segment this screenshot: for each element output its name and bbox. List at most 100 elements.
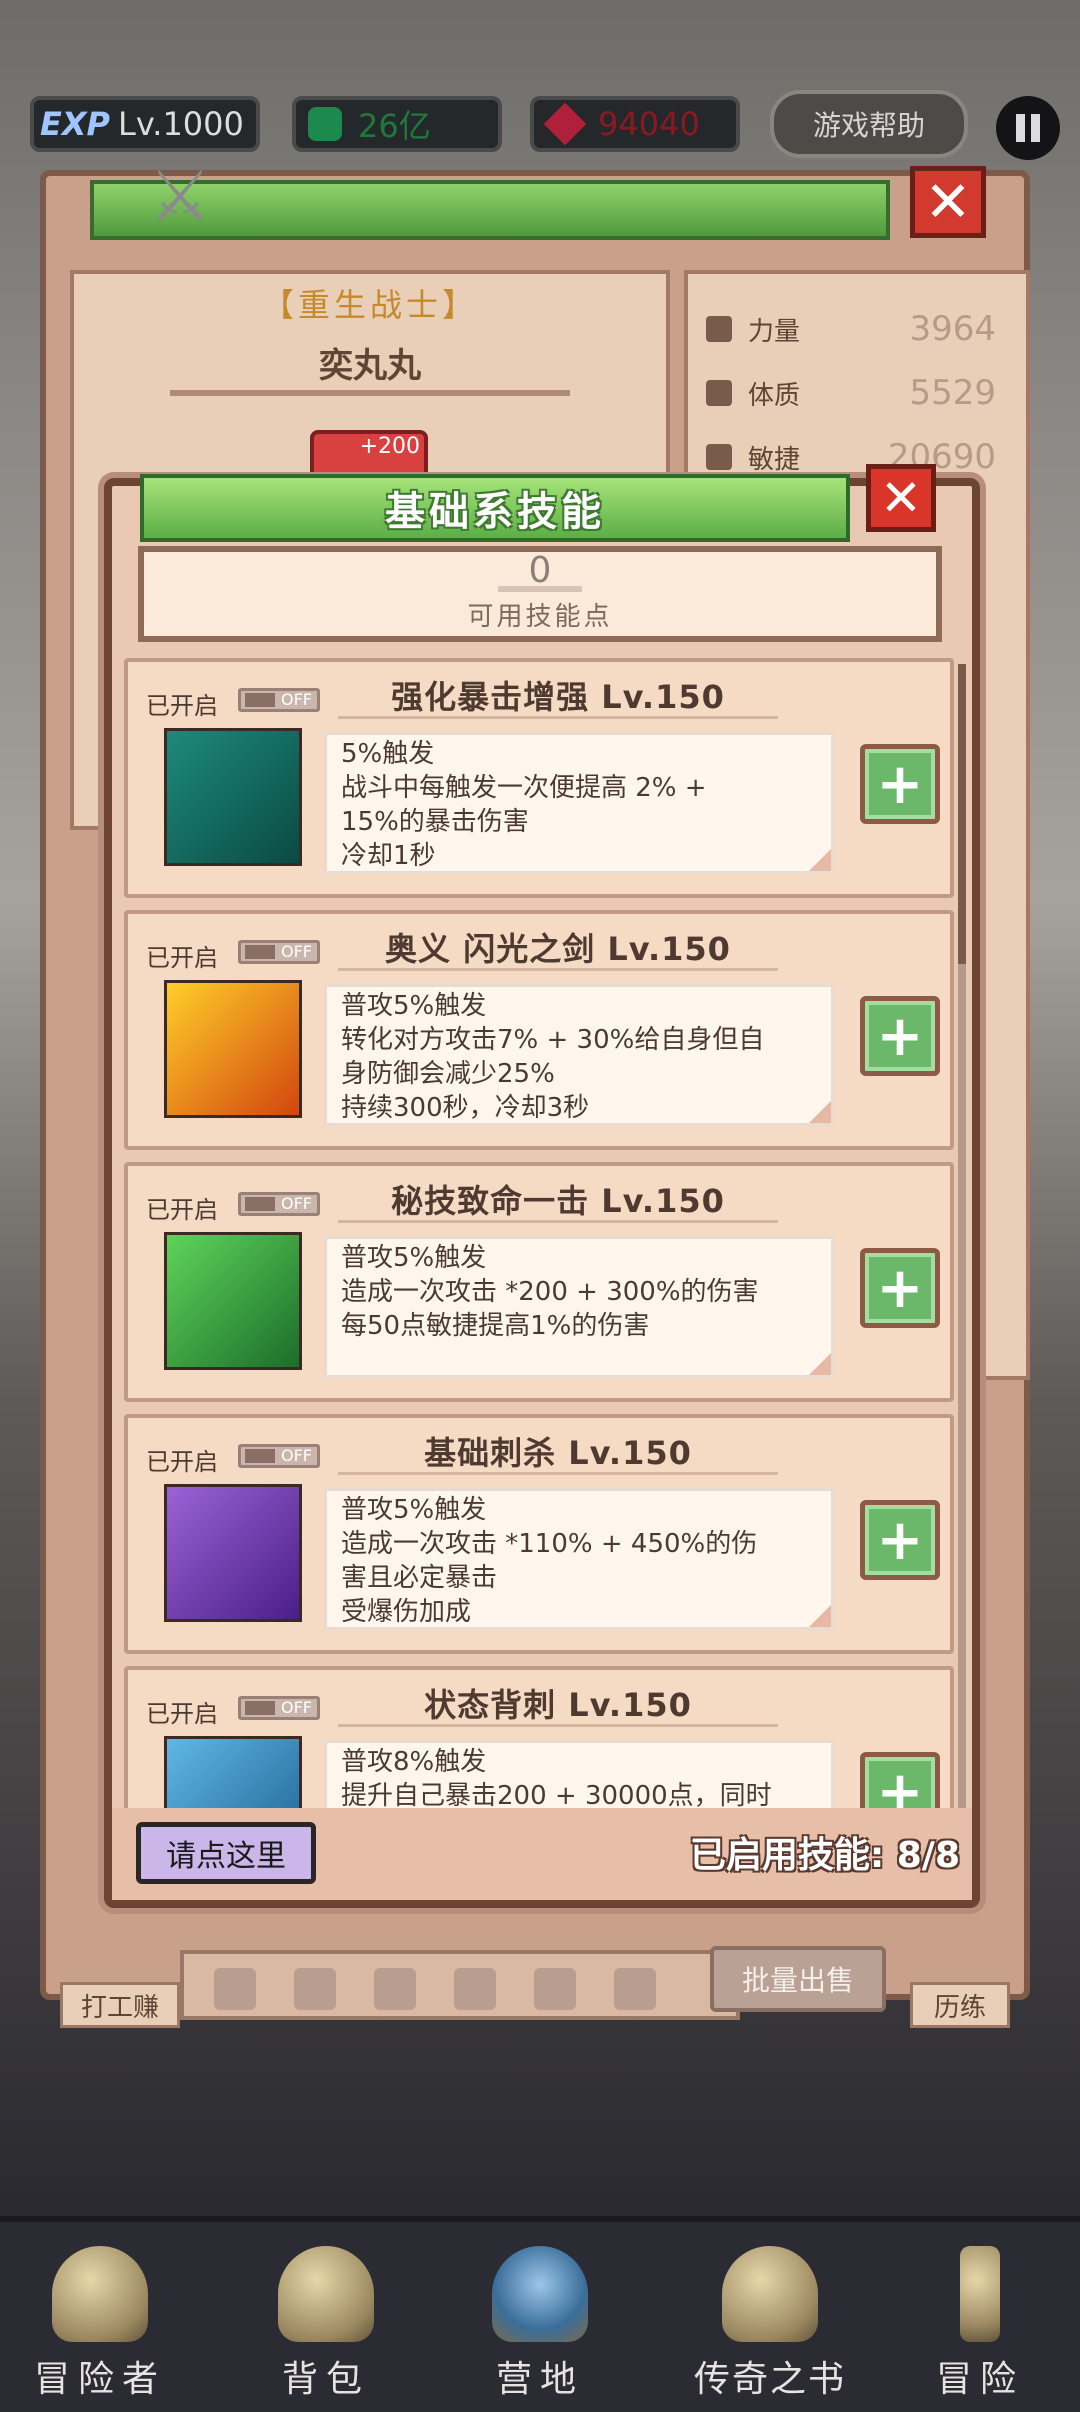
game-help-button[interactable]: 游戏帮助 [770,90,968,158]
skill-description: 普攻5%触发 造成一次攻击 *110% + 450%的伤 害且必定暴击 受爆伤加… [324,1488,834,1630]
skill-card: 已开启 OFF 状态背刺 Lv.150 普攻8%触发 提升自己暴击200 + 3… [124,1666,954,1808]
skill-description: 普攻5%触发 转化对方攻击7% + 30%给自身但自 身防御会减少25% 持续3… [324,984,834,1126]
skill-points-value: 0 [528,550,552,591]
tab-ring-icon[interactable] [614,1968,656,2010]
stat-label: 体质 [748,380,801,411]
close-skills-modal-button[interactable]: ✕ [866,464,936,532]
stat-label: 敏捷 [748,444,801,475]
batch-sell-button[interactable]: 批量出售 [710,1946,886,2012]
character-name: 奕丸丸 [319,346,421,386]
skill-card: 已开启 OFF 秘技致命一击 Lv.150 普攻5%触发 造成一次攻击 *200… [124,1162,954,1402]
upgrade-skill-button[interactable]: + [860,1248,940,1328]
desc-line: 身防御会减少25% [341,1059,555,1089]
camp-icon [492,2246,588,2342]
skill-card: 已开启 OFF 奥义 闪光之剑 Lv.150 普攻5%触发 转化对方攻击7% +… [124,910,954,1150]
tab-helmet-icon[interactable] [374,1968,416,2010]
agility-icon [706,444,732,470]
skill-description: 5%触发 战斗中每触发一次便提高 2% + 15%的暴击伤害 冷却1秒 [324,732,834,874]
gold-icon [308,107,342,141]
skill-points-label: 可用技能点 [467,602,613,632]
pause-button[interactable] [996,96,1060,160]
crossed-swords-icon: ⚔ [148,155,212,237]
skill-title: 状态背刺 Lv.150 [424,1686,692,1724]
skill-description: 普攻5%触发 造成一次攻击 *200 + 300%的伤害 每50点敏捷提高1%的… [324,1236,834,1378]
skill-title: 奥义 闪光之剑 Lv.150 [385,930,731,968]
desc-line: 每50点敏捷提高1%的伤害 [341,1311,650,1341]
skill-enabled-label: 已开启 [146,692,218,720]
gold-value: 26亿 [358,107,431,145]
divider [338,1220,778,1223]
backpack-icon [278,2246,374,2342]
gem-icon [543,102,587,146]
backstab-icon [164,1736,302,1808]
desc-line: 普攻5%触发 [341,1495,487,1525]
desc-line: 15%的暴击伤害 [341,807,529,837]
assassin-icon [164,1232,302,1370]
skills-modal-title-bar: 基础系技能 [140,474,850,542]
stat-label: 力量 [748,316,801,347]
level-display: EXP Lv.1000 [30,96,260,152]
tab-pants-icon[interactable] [534,1968,576,2010]
desc-line: 普攻5%触发 [341,991,487,1021]
skill-enabled-label: 已开启 [146,944,218,972]
divider [338,968,778,971]
divider [338,1724,778,1727]
stat-value: 3964 [909,309,996,349]
sword-icon [960,2246,1000,2342]
desc-line: 造成一次攻击 *200 + 300%的伤害 [341,1277,759,1307]
desc-line: 害且必定暴击 [341,1563,498,1593]
nav-label: 背包 [281,2359,370,2400]
close-character-panel-button[interactable]: ✕ [910,166,986,238]
upgrade-skill-button[interactable]: + [860,744,940,824]
skill-title: 强化暴击增强 Lv.150 [391,678,725,716]
skill-list[interactable]: 已开启 OFF 强化暴击增强 Lv.150 5%触发 战斗中每触发一次便提高 2… [120,658,960,1808]
nav-camp[interactable]: 营地 [460,2236,620,2406]
exp-badge: EXP [40,105,110,143]
desc-line: 冷却1秒 [341,841,436,871]
stat-constitution: 体质 5529 [706,368,996,418]
click-here-button[interactable]: 请点这里 [136,1822,316,1884]
book-icon [722,2246,818,2342]
work-button[interactable]: 打工赚 [60,1982,180,2028]
nav-label: 传奇之书 [693,2359,846,2400]
nav-backpack[interactable]: 背包 [246,2236,406,2406]
upgrade-skill-button[interactable]: + [860,996,940,1076]
tab-body-icon[interactable] [454,1968,496,2010]
gold-display: 26亿 [292,96,502,152]
stat-value: 5529 [909,373,996,413]
stat-strength: 力量 3964 [706,304,996,354]
modal-title: 基础系技能 [385,489,605,535]
enabled-skills-count: 已启用技能: 8/8 [689,1835,960,1876]
dagger-icon [164,1484,302,1622]
nav-legend-book[interactable]: 传奇之书 [680,2236,860,2406]
skill-description: 普攻8%触发 提升自己暴击200 + 30000点，同时 [324,1740,834,1808]
nav-adventurer[interactable]: 冒险者 [20,2236,180,2406]
divider [498,586,582,592]
train-button[interactable]: 历练 [910,1982,1010,2028]
skill-card: 已开启 OFF 基础刺杀 Lv.150 普攻5%触发 造成一次攻击 *110% … [124,1414,954,1654]
upgrade-skill-button[interactable]: + [860,1500,940,1580]
skill-title: 基础刺杀 Lv.150 [424,1434,692,1472]
desc-line: 战斗中每触发一次便提高 2% + [341,773,707,803]
divider [338,1472,778,1475]
upgrade-skill-button[interactable]: + [860,1752,940,1808]
sword-shield-icon [164,728,302,866]
inventory-tab-strip [180,1950,740,2020]
tab-weapon-icon[interactable] [214,1968,256,2010]
scrollbar-thumb[interactable] [958,664,966,964]
strength-icon [706,316,732,342]
flash-sword-icon [164,980,302,1118]
gem-display: 94040 [530,96,740,152]
nav-label: 冒险 [935,2359,1024,2400]
nav-label: 营地 [495,2359,584,2400]
desc-line: 受爆伤加成 [341,1597,472,1627]
desc-line: 5%触发 [341,739,435,769]
desc-line: 普攻5%触发 [341,1243,487,1273]
desc-line: 转化对方攻击7% + 30%给自身但自 [341,1025,765,1055]
desc-line: 提升自己暴击200 + 30000点，同时 [341,1781,772,1808]
skill-enabled-label: 已开启 [146,1448,218,1476]
nav-adventure[interactable]: 冒险 [900,2236,1060,2406]
skill-title: 秘技致命一击 Lv.150 [391,1182,725,1220]
tab-armor-icon[interactable] [294,1968,336,2010]
heart-icon [706,380,732,406]
